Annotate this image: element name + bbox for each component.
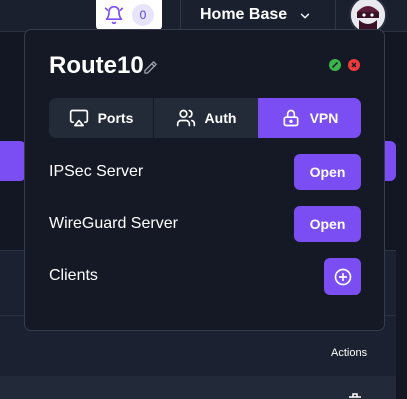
- lock-icon: [283, 109, 299, 127]
- close-icon[interactable]: [348, 59, 360, 71]
- clients-label: Clients: [49, 267, 98, 284]
- trash-icon[interactable]: [348, 392, 362, 399]
- add-client-button[interactable]: [324, 258, 361, 295]
- background-button: [384, 141, 396, 181]
- divider: [335, 0, 336, 32]
- tab-label: VPN: [309, 110, 339, 126]
- wireguard-server-label: WireGuard Server: [49, 215, 178, 232]
- plus-circle-icon: [334, 268, 351, 285]
- tab-auth[interactable]: Auth: [154, 98, 258, 138]
- ninja-avatar-icon: [351, 0, 385, 32]
- tab-label: Ports: [97, 110, 134, 126]
- ipsec-server-label: IPSec Server: [49, 163, 144, 180]
- notification-count: 0: [132, 4, 154, 26]
- background-button: [0, 141, 26, 181]
- site-selector[interactable]: Home Base: [200, 6, 287, 24]
- table-row: [0, 376, 396, 399]
- divider: [180, 0, 181, 32]
- chevron-down-icon[interactable]: [298, 9, 312, 23]
- wireguard-open-button[interactable]: Open: [294, 206, 361, 242]
- tab-label: Auth: [204, 110, 237, 126]
- status-online-icon: [329, 59, 341, 71]
- tab-bar: Ports Auth VPN: [49, 98, 361, 138]
- tab-vpn[interactable]: VPN: [258, 98, 361, 138]
- notifications-button[interactable]: 0: [96, 0, 162, 30]
- bell-icon: [104, 5, 124, 25]
- device-name: Route10: [49, 52, 144, 79]
- pencil-icon[interactable]: [143, 60, 158, 75]
- ipsec-open-button[interactable]: Open: [294, 154, 361, 190]
- top-bar: 0 Home Base: [0, 0, 407, 34]
- actions-column-header: Actions: [331, 347, 368, 359]
- tab-ports[interactable]: Ports: [49, 98, 154, 138]
- cast-icon: [69, 109, 88, 127]
- users-icon: [176, 109, 195, 127]
- device-popover: Route10 Ports Auth VPN IPSec Server Open…: [24, 29, 385, 331]
